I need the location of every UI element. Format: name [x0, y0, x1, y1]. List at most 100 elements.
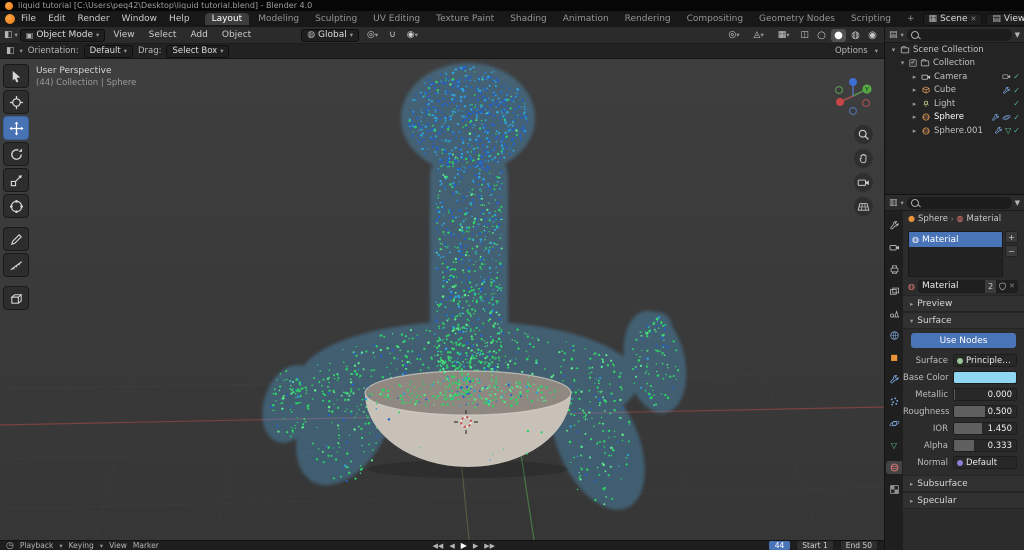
tab-material[interactable]	[886, 461, 902, 474]
tab-object[interactable]: ■	[886, 351, 902, 364]
prev-frame-button[interactable]: ◀	[449, 542, 454, 550]
shading-solid-icon[interactable]: ●	[831, 28, 846, 42]
use-nodes-button[interactable]: Use Nodes	[911, 333, 1016, 348]
pivot-point-icon[interactable]: ◎▾	[722, 29, 745, 41]
expand-caret-icon[interactable]: ▸	[911, 100, 918, 108]
camera-data-icon[interactable]	[1002, 72, 1011, 81]
expand-caret-icon[interactable]: ▸	[911, 73, 918, 81]
current-frame-field[interactable]: 44	[768, 541, 791, 550]
breadcrumb-material[interactable]: Material	[967, 214, 1002, 224]
editor-type-icon[interactable]: ▥	[889, 198, 898, 208]
properties-search-input[interactable]	[906, 196, 1012, 209]
jump-end-button[interactable]: ▶▶	[484, 542, 495, 550]
viewport-canvas[interactable]	[0, 59, 884, 540]
tab-texture[interactable]	[886, 483, 902, 496]
tab-sculpting[interactable]: Sculpting	[308, 13, 364, 25]
unlink-material-icon[interactable]: ✕	[1009, 282, 1015, 290]
visibility-check-icon[interactable]: ✓	[1013, 72, 1020, 81]
axis-x-negative-handle[interactable]	[861, 99, 870, 108]
tab-object-data[interactable]: ▽	[886, 439, 902, 452]
menu-view[interactable]: View	[107, 29, 140, 41]
shading-wireframe-icon[interactable]: ○	[814, 29, 829, 42]
metallic-slider[interactable]: 0.000	[953, 388, 1017, 401]
menu-object[interactable]: Object	[216, 29, 257, 41]
expand-caret-icon[interactable]: ▸	[911, 127, 918, 135]
add-cube-tool[interactable]	[3, 286, 29, 310]
options-button[interactable]: Options	[835, 46, 868, 56]
tab-modifiers[interactable]	[886, 373, 902, 386]
axis-z-negative-handle[interactable]	[849, 106, 858, 115]
collection-checkbox[interactable]: ✓	[909, 59, 917, 68]
tab-uv-editing[interactable]: UV Editing	[366, 13, 427, 25]
tab-layout[interactable]: Layout	[204, 13, 250, 25]
proportional-editing-icon[interactable]: ◉▾	[401, 29, 424, 41]
visibility-check-icon[interactable]: ✓	[1013, 113, 1020, 122]
outliner-search-input[interactable]	[906, 28, 1012, 41]
rotate-tool[interactable]	[3, 142, 29, 166]
visibility-check-icon[interactable]: ✓	[1013, 86, 1020, 95]
navigation-gizmo[interactable]: Y	[830, 73, 876, 119]
tab-shading[interactable]: Shading	[503, 13, 554, 25]
users-count-badge[interactable]: 2	[985, 279, 997, 293]
filter-icon[interactable]: ▼	[1015, 199, 1020, 207]
remove-slot-button[interactable]: −	[1005, 245, 1018, 257]
overlays-icon[interactable]: ▦▾	[772, 29, 796, 41]
axis-x-handle[interactable]	[836, 98, 844, 106]
ior-slider[interactable]: 1.450	[953, 422, 1017, 435]
menu-file[interactable]: File	[15, 13, 42, 25]
tab-output[interactable]	[886, 263, 902, 276]
modifier-wrench-icon[interactable]	[991, 113, 1000, 122]
xray-toggle-icon[interactable]: ◫	[797, 29, 812, 41]
tab-compositing[interactable]: Compositing	[680, 13, 750, 25]
shading-rendered-icon[interactable]: ◉	[865, 29, 880, 42]
editor-type-icon[interactable]: ◧	[4, 30, 13, 40]
camera-view-icon[interactable]	[854, 173, 873, 192]
orientation-dropdown[interactable]: Default ▾	[83, 44, 133, 58]
perspective-toggle-icon[interactable]	[854, 197, 873, 216]
transform-tool[interactable]	[3, 194, 29, 218]
visibility-check-icon[interactable]: ✓	[1013, 99, 1020, 108]
show-gizmo-icon[interactable]: ◬▾	[748, 29, 770, 41]
tab-render[interactable]	[886, 241, 902, 254]
drag-dropdown[interactable]: Select Box ▾	[166, 44, 230, 58]
filter-icon[interactable]: ▼	[1015, 31, 1020, 39]
annotate-tool[interactable]	[3, 227, 29, 251]
fake-user-shield-icon[interactable]	[998, 282, 1007, 291]
tab-scripting[interactable]: Scripting	[844, 13, 898, 25]
outliner-row-camera[interactable]: ▸ Camera ✓	[885, 70, 1024, 84]
outliner-row-light[interactable]: ▸ Light ✓	[885, 97, 1024, 111]
outliner-row-scene-collection[interactable]: ▾ Scene Collection	[885, 43, 1024, 57]
tab-geometry-nodes[interactable]: Geometry Nodes	[752, 13, 842, 25]
next-frame-button[interactable]: ▶	[473, 542, 478, 550]
subsurface-section-header[interactable]: ▸ Subsurface	[903, 475, 1024, 492]
shader-dropdown[interactable]: Principled B	[953, 354, 1017, 367]
surface-section-header[interactable]: ▾ Surface	[903, 312, 1024, 329]
roughness-slider[interactable]: 0.500	[953, 405, 1017, 418]
keying-menu[interactable]: Keying	[69, 541, 94, 550]
tab-world[interactable]	[886, 329, 902, 342]
expand-caret-icon[interactable]: ▸	[911, 113, 918, 121]
play-button[interactable]: ▶	[461, 541, 467, 550]
cursor-tool[interactable]	[3, 90, 29, 114]
unlink-scene-icon[interactable]: ✕	[971, 15, 977, 23]
select-box-tool[interactable]	[3, 64, 29, 88]
editor-type-icon[interactable]: ◷	[6, 541, 14, 550]
menu-help[interactable]: Help	[163, 13, 196, 25]
mode-selector[interactable]: ▣ Object Mode ▾	[19, 28, 106, 42]
scene-selector[interactable]: ▦ Scene ✕	[922, 12, 983, 26]
measure-tool[interactable]	[3, 253, 29, 277]
tab-physics[interactable]	[886, 417, 902, 430]
outliner-row-collection[interactable]: ▾ ✓ Collection	[885, 57, 1024, 71]
snap-magnet-icon[interactable]: ∪	[386, 29, 399, 41]
menu-render[interactable]: Render	[72, 13, 116, 25]
normal-dropdown[interactable]: Default	[953, 456, 1017, 469]
blender-menu-icon[interactable]	[5, 14, 15, 24]
visibility-check-icon[interactable]: ✓	[1013, 126, 1020, 135]
playback-menu[interactable]: Playback	[20, 541, 53, 550]
add-workspace-button[interactable]: +	[900, 13, 922, 25]
physics-icon[interactable]	[1002, 113, 1011, 122]
material-slot-empty[interactable]	[909, 247, 1002, 262]
frame-start-field[interactable]: Start 1	[796, 541, 834, 550]
jump-start-button[interactable]: ◀◀	[433, 542, 444, 550]
axis-y-negative-handle[interactable]	[834, 86, 844, 95]
